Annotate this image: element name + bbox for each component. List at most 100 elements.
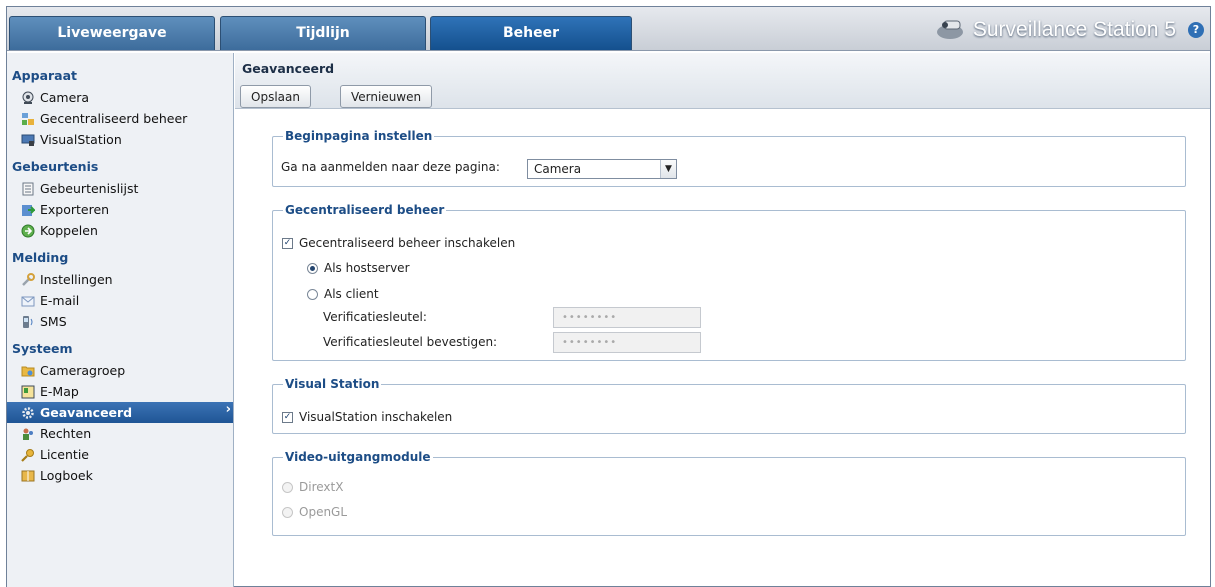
key-input[interactable]: •••••••• (553, 307, 701, 328)
cms-client-label: Als client (324, 287, 379, 301)
refresh-button[interactable]: Vernieuwen (340, 85, 433, 108)
central-management-icon (21, 112, 35, 126)
sidebar-item-label: VisualStation (40, 132, 122, 147)
directx-label: DirextX (299, 480, 344, 494)
camera-group-icon (21, 364, 35, 378)
tab-liveweergave[interactable]: Liveweergave (9, 16, 215, 50)
homepage-select-value: Camera (534, 162, 582, 176)
sidebar-item-label: Exporteren (40, 202, 110, 217)
sidebar-item-e-map[interactable]: E-Map (7, 381, 233, 402)
cms-enable-label: Gecentraliseerd beheer inschakelen (299, 236, 516, 250)
sidebar-item-logboek[interactable]: Logboek (7, 465, 233, 486)
sidebar-item-label: Camera (40, 90, 90, 105)
opengl-radio[interactable] (282, 506, 293, 518)
page-title: Geavanceerd (242, 61, 335, 76)
key-confirm-row: Verificatiesleutel bevestigen: (323, 335, 497, 349)
cms-client-row[interactable]: Als client (307, 287, 379, 301)
sidebar-group-gebeurtenis: Gebeurtenis (12, 159, 99, 174)
chevron-right-icon: › (225, 402, 231, 417)
app-title: Surveillance Station 5 (972, 18, 1176, 41)
key-confirm-label: Verificatiesleutel bevestigen: (323, 335, 498, 349)
cms-enable-checkbox[interactable]: ✓ (282, 237, 293, 249)
opengl-label: OpenGL (299, 505, 348, 519)
sidebar-item-label: Rechten (40, 426, 92, 441)
sidebar-item-sms[interactable]: SMS (7, 311, 233, 332)
sidebar-item-label: SMS (40, 314, 67, 329)
sidebar-item-label: Instellingen (40, 272, 113, 287)
privileges-icon (21, 427, 35, 441)
top-bar: Liveweergave Tijdlijn Beheer Surveillanc… (7, 7, 1210, 51)
key-label: Verificatiesleutel: (323, 310, 427, 324)
camera-icon (21, 91, 35, 105)
homepage-label: Ga na aanmelden naar deze pagina: (281, 160, 500, 174)
cms-host-row[interactable]: Als hostserver (307, 261, 410, 275)
opengl-row[interactable]: OpenGL (282, 505, 347, 519)
envelope-icon (21, 294, 35, 308)
key-icon (21, 448, 35, 462)
visualstation-legend: Visual Station (285, 377, 380, 391)
sidebar-item-label: Logboek (40, 468, 93, 483)
sidebar-item-licentie[interactable]: Licentie (7, 444, 233, 465)
main-panel: Geavanceerd Opslaan Vernieuwen Beginpagi… (235, 53, 1210, 586)
key-confirm-input[interactable]: •••••••• (553, 332, 701, 353)
sidebar-item-exporteren[interactable]: Exporteren (7, 199, 233, 220)
sidebar-item-instellingen[interactable]: Instellingen (7, 269, 233, 290)
sidebar-item-rechten[interactable]: Rechten (7, 423, 233, 444)
homepage-select[interactable]: Camera ▼ (527, 159, 677, 179)
question-icon[interactable]: ? (1188, 22, 1204, 38)
export-icon (21, 203, 37, 217)
sidebar-item-gebeurtenislijst[interactable]: Gebeurtenislijst (7, 178, 233, 199)
sidebar-item-label: Gecentraliseerd beheer (40, 111, 188, 126)
emap-icon (21, 385, 35, 399)
chevron-down-icon: ▼ (660, 160, 676, 178)
sms-icon (21, 315, 35, 329)
sidebar-item-cameragroep[interactable]: Cameragroep (7, 360, 233, 381)
homepage-legend: Beginpagina instellen (285, 129, 433, 143)
video-output-fieldset: Video-uitgangmodule (272, 450, 1186, 536)
visualstation-enable-label: VisualStation inschakelen (299, 410, 453, 424)
mount-icon (21, 224, 35, 238)
directx-row[interactable]: DirextX (282, 480, 343, 494)
app-window: Liveweergave Tijdlijn Beheer Surveillanc… (6, 6, 1211, 587)
sidebar-item-visualstation[interactable]: VisualStation (7, 129, 233, 150)
sidebar-item-camera[interactable]: Camera (7, 87, 233, 108)
sidebar-group-systeem: Systeem (12, 341, 73, 356)
book-icon (21, 469, 35, 483)
wrench-icon (21, 272, 35, 287)
cms-legend: Gecentraliseerd beheer (285, 203, 445, 217)
tab-tijdlijn[interactable]: Tijdlijn (220, 16, 426, 50)
sidebar-group-apparaat: Apparaat (12, 68, 78, 83)
main-header: Geavanceerd Opslaan Vernieuwen (235, 53, 1210, 109)
key-row: Verificatiesleutel: (323, 310, 427, 324)
visualstation-fieldset: Visual Station (272, 377, 1186, 434)
cms-host-label: Als hostserver (324, 261, 410, 275)
sidebar-item-koppelen[interactable]: Koppelen (7, 220, 233, 241)
cms-host-radio[interactable] (307, 262, 318, 274)
video-output-legend: Video-uitgangmodule (285, 450, 431, 464)
sidebar: Apparaat Camera Gecentraliseerd beheer V… (7, 53, 234, 587)
visualstation-icon (21, 133, 35, 147)
save-button[interactable]: Opslaan (240, 85, 311, 108)
visualstation-enable-row[interactable]: ✓ VisualStation inschakelen (282, 410, 452, 424)
homepage-fieldset: Beginpagina instellen (272, 129, 1186, 187)
security-camera-icon (935, 18, 965, 43)
gear-icon (21, 406, 35, 420)
tab-beheer[interactable]: Beheer (430, 16, 632, 50)
sidebar-item-label: Gebeurtenislijst (40, 181, 139, 196)
sidebar-item-geavanceerd[interactable]: Geavanceerd › (7, 402, 233, 423)
brand: Surveillance Station 5 (935, 17, 1176, 43)
event-list-icon (21, 182, 35, 196)
sidebar-item-label: Licentie (40, 447, 89, 462)
cms-client-radio[interactable] (307, 288, 318, 300)
sidebar-item-label: E-Map (40, 384, 79, 399)
homepage-row: Ga na aanmelden naar deze pagina: (281, 160, 500, 174)
sidebar-item-label: Geavanceerd (40, 405, 133, 420)
sidebar-group-melding: Melding (12, 250, 69, 265)
cms-enable-row[interactable]: ✓ Gecentraliseerd beheer inschakelen (282, 236, 515, 250)
sidebar-item-e-mail[interactable]: E-mail (7, 290, 233, 311)
sidebar-item-label: Cameragroep (40, 363, 126, 378)
directx-radio[interactable] (282, 481, 293, 493)
sidebar-item-label: Koppelen (40, 223, 98, 238)
visualstation-enable-checkbox[interactable]: ✓ (282, 411, 293, 423)
sidebar-item-gecentraliseerd-beheer[interactable]: Gecentraliseerd beheer (7, 108, 233, 129)
